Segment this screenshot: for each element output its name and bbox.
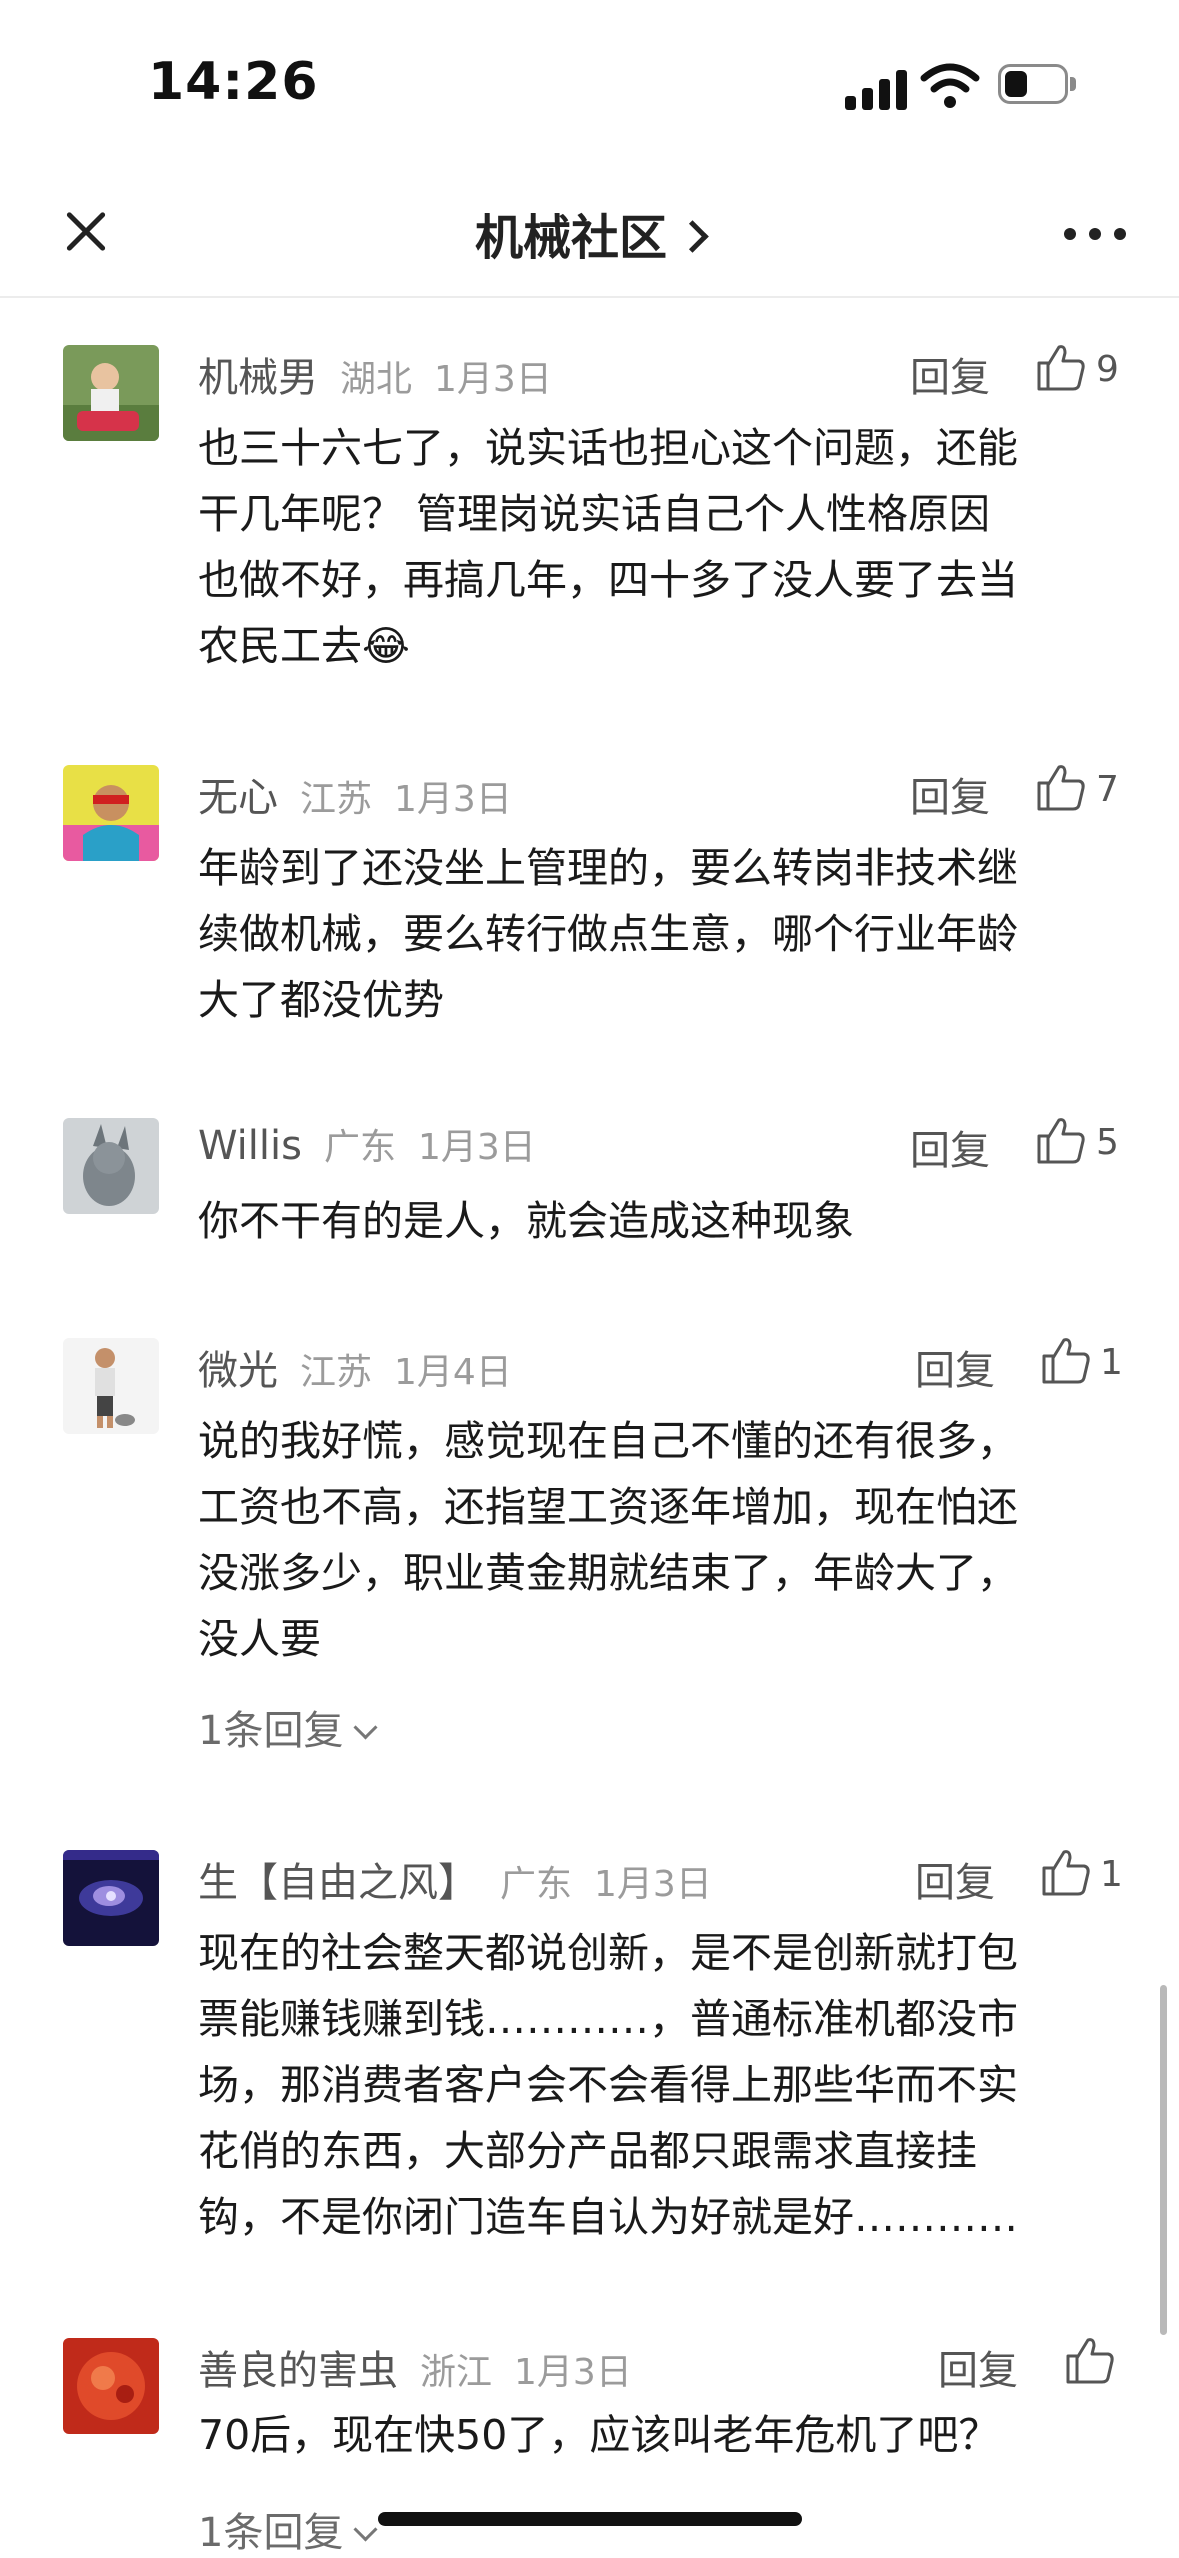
reply-button[interactable]: 回复 [910, 345, 990, 403]
comment-meta: 生【自由之风】 广东 1月3日 [198, 1850, 712, 1910]
comment-region: 浙江 [420, 2352, 493, 2393]
reply-button[interactable]: 回复 [938, 2338, 1018, 2396]
more-options-icon[interactable] [1060, 218, 1130, 248]
like-count: 9 [1096, 349, 1119, 390]
avatar[interactable] [63, 1118, 159, 1214]
chevron-down-icon[interactable] [353, 2517, 378, 2542]
reply-button[interactable]: 回复 [910, 765, 990, 823]
reply-button[interactable]: 回复 [915, 1338, 995, 1396]
like-icon[interactable] [1064, 2334, 1116, 2386]
wifi-icon [920, 63, 980, 108]
avatar[interactable] [63, 765, 159, 861]
nav-title-group[interactable]: 机械社区 [0, 198, 1179, 268]
reply-button[interactable]: 回复 [910, 1118, 990, 1176]
status-time: 14:26 [148, 52, 319, 112]
like-icon[interactable] [1040, 1846, 1092, 1898]
like-icon[interactable] [1035, 1114, 1087, 1166]
scrollbar[interactable] [1160, 1985, 1167, 2335]
avatar[interactable] [63, 1338, 159, 1434]
cellular-signal-icon [845, 66, 909, 110]
like-count: 1 [1100, 1854, 1123, 1895]
comment-author[interactable]: 微光 [198, 1348, 278, 1394]
comment-date: 1月3日 [417, 1127, 536, 1168]
nav-bar: 机械社区 [0, 160, 1179, 298]
comment-region: 广东 [500, 1864, 573, 1905]
comment-region: 湖北 [340, 359, 413, 400]
comment-text: 70后，现在快50了，应该叫老年危机了吧？ [198, 2411, 1000, 2459]
reply-button[interactable]: 回复 [915, 1850, 995, 1908]
like-count: 7 [1096, 769, 1119, 810]
page-title[interactable]: 机械社区 [475, 210, 667, 266]
avatar[interactable] [63, 1850, 159, 1946]
like-icon[interactable] [1040, 1334, 1092, 1386]
chevron-right-icon[interactable] [676, 220, 709, 253]
status-bar: 14:26 [0, 0, 1179, 160]
comment-text: 你不干有的是人，就会造成这种现象 [198, 1197, 854, 1245]
avatar[interactable] [63, 345, 159, 441]
comment-text: 也三十六七了，说实话也担心这个问题，还能 干几年呢？ 管理岗说实话自己个人性格原… [198, 424, 1018, 670]
comment-author[interactable]: 机械男 [198, 355, 318, 401]
chevron-down-icon[interactable] [353, 1715, 378, 1740]
more-replies-button[interactable]: 1条回复 [198, 1698, 378, 1756]
comment-author[interactable]: 无心 [198, 775, 278, 821]
comment-text: 现在的社会整天都说创新，是不是创新就打包 票能赚钱赚到钱…………，普通标准机都没… [198, 1929, 1018, 2241]
comment-date: 1月4日 [394, 1352, 512, 1393]
comment-meta: Willis 广东 1月3日 [198, 1118, 536, 1178]
like-icon[interactable] [1035, 341, 1087, 393]
comment-meta: 微光 江苏 1月4日 [198, 1338, 512, 1398]
comment-region: 广东 [323, 1127, 396, 1168]
comment-date: 1月3日 [434, 359, 552, 400]
comment-region: 江苏 [300, 1352, 373, 1393]
comment-date: 1月3日 [514, 2352, 632, 2393]
like-count: 5 [1096, 1122, 1119, 1163]
comment-text: 说的我好慌，感觉现在自己不懂的还有很多， 工资也不高，还指望工资逐年增加，现在怕… [198, 1417, 1018, 1663]
comment-meta: 善良的害虫 浙江 1月3日 [198, 2338, 632, 2398]
more-replies-button[interactable]: 1条回复 [198, 2500, 378, 2558]
comment-author[interactable]: Willis [198, 1123, 302, 1169]
comment-author[interactable]: 善良的害虫 [198, 2348, 398, 2394]
battery-icon [998, 64, 1078, 106]
avatar[interactable] [63, 2338, 159, 2434]
comment-meta: 机械男 湖北 1月3日 [198, 345, 552, 405]
like-count: 1 [1100, 1342, 1123, 1383]
comment-meta: 无心 江苏 1月3日 [198, 765, 512, 825]
comment-region: 江苏 [300, 779, 373, 820]
like-icon[interactable] [1035, 761, 1087, 813]
comment-text: 年龄到了还没坐上管理的，要么转岗非技术继 续做机械，要么转行做点生意，哪个行业年… [198, 844, 1018, 1024]
home-indicator[interactable] [378, 2512, 802, 2526]
comment-date: 1月3日 [594, 1864, 712, 1905]
comment-author[interactable]: 生【自由之风】 [198, 1860, 478, 1906]
comment-date: 1月3日 [394, 779, 512, 820]
